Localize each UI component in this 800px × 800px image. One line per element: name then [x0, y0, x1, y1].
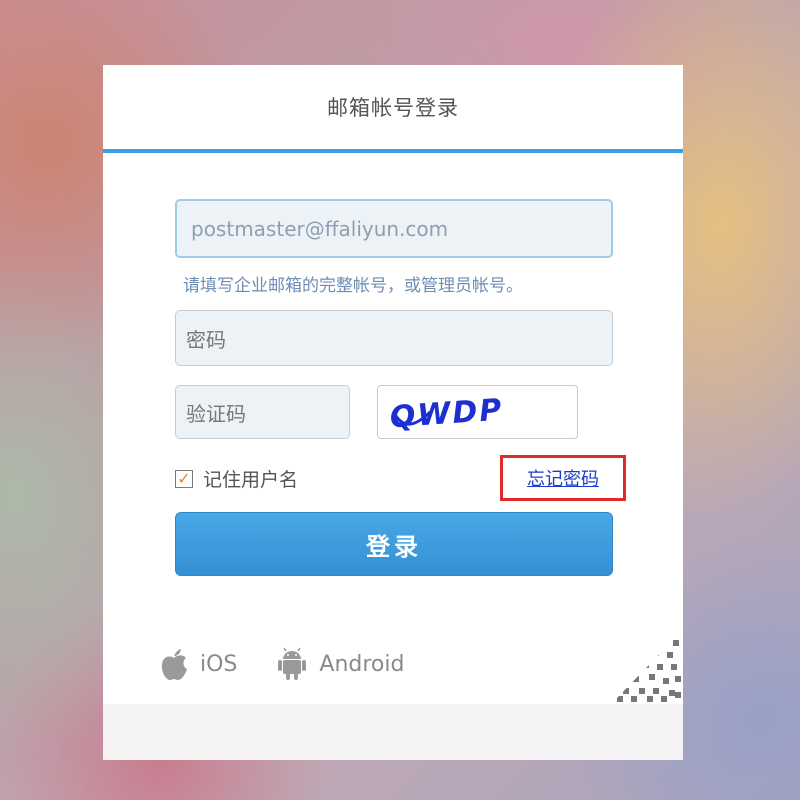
login-card: 邮箱帐号登录 postmaster@ffaliyun.com 请填写企业邮箱的完…	[103, 65, 683, 760]
remember-label: 记住用户名	[203, 469, 299, 491]
remember-checkbox[interactable]: ✓	[175, 469, 193, 488]
remember-username[interactable]: ✓ 记住用户名	[175, 465, 298, 492]
app-downloads: iOS Android	[160, 647, 444, 681]
android-label: Android	[319, 651, 405, 677]
apple-icon	[161, 649, 187, 680]
card-footer	[103, 704, 683, 760]
captcha-image[interactable]: QWDP	[377, 385, 578, 439]
email-hint: 请填写企业邮箱的完整帐号，或管理员帐号。	[183, 276, 523, 296]
password-placeholder: 密码	[186, 327, 226, 352]
android-app-link[interactable]: Android	[277, 647, 404, 681]
qr-code-icon[interactable]	[613, 630, 683, 702]
login-button[interactable]: 登录	[175, 512, 613, 576]
captcha-text: QWDP	[389, 392, 505, 435]
email-field[interactable]: postmaster@ffaliyun.com	[175, 199, 613, 258]
password-field[interactable]: 密码	[175, 310, 613, 366]
android-icon	[278, 647, 307, 680]
email-value: postmaster@ffaliyun.com	[191, 216, 449, 241]
ios-label: iOS	[200, 651, 238, 677]
ios-app-link[interactable]: iOS	[160, 647, 237, 681]
login-title: 邮箱帐号登录	[103, 65, 683, 153]
captcha-field[interactable]: 验证码	[175, 385, 350, 439]
captcha-placeholder: 验证码	[186, 401, 246, 426]
forgot-password-link[interactable]: 忘记密码	[527, 465, 599, 491]
forgot-password-highlight: 忘记密码	[500, 455, 626, 501]
